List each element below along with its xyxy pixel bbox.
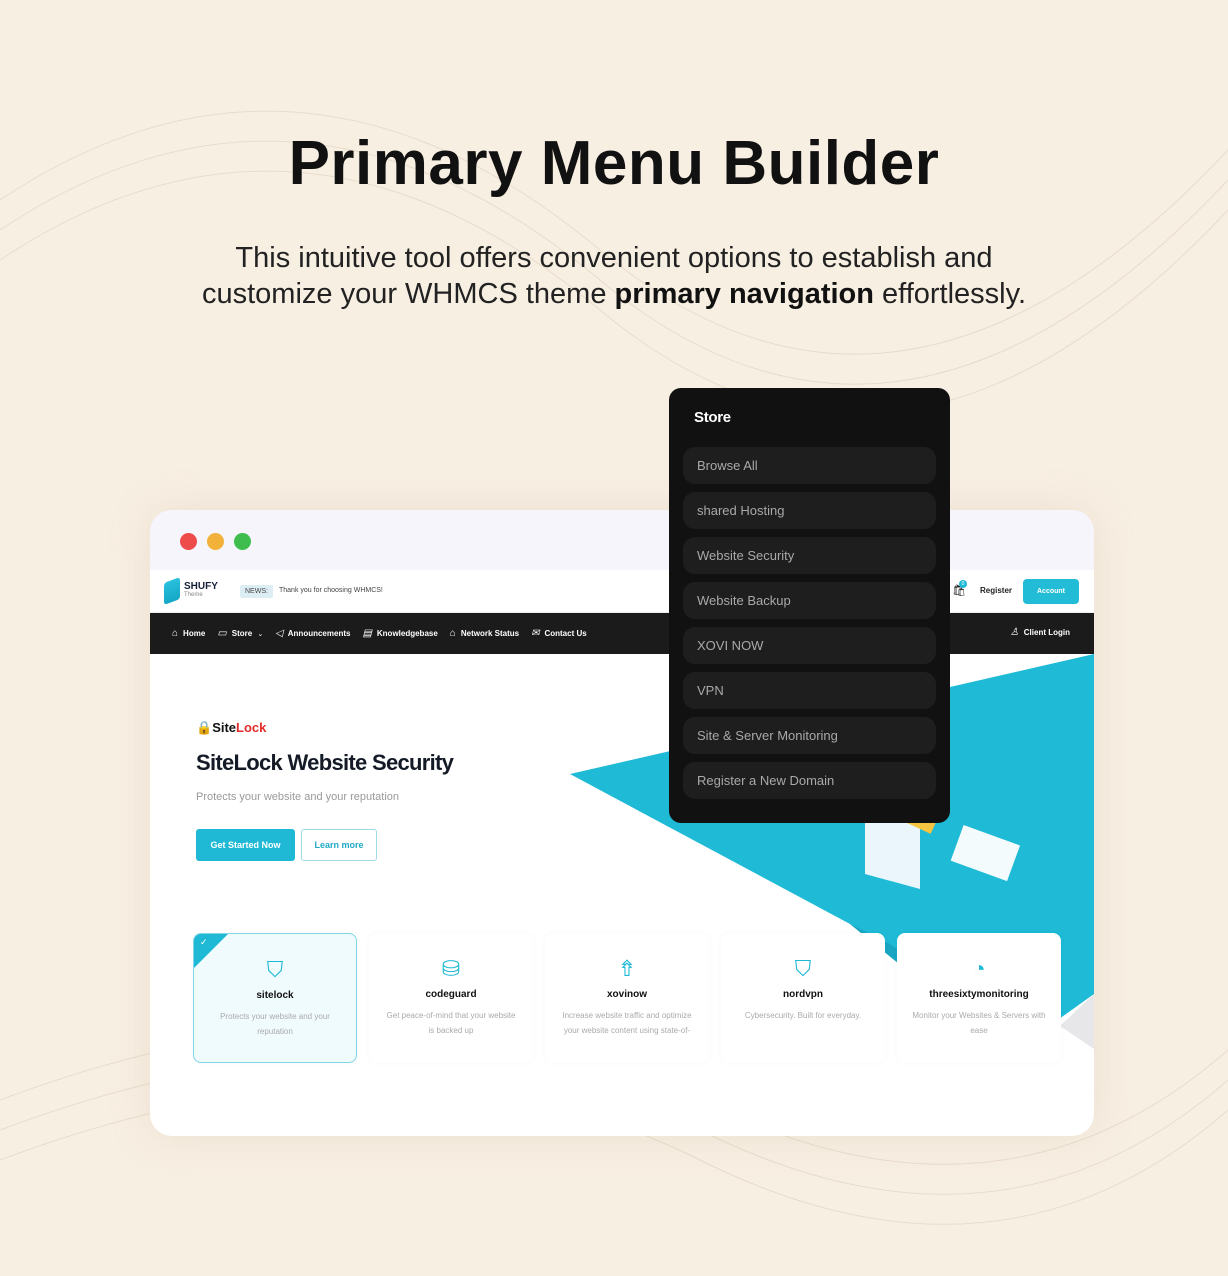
card-name: nordvpn bbox=[783, 989, 823, 1000]
menu-item-shared-hosting[interactable]: shared Hosting bbox=[683, 492, 936, 529]
check-icon: ✓ bbox=[200, 937, 208, 947]
menu-item-vpn[interactable]: VPN bbox=[683, 672, 936, 709]
product-card-codeguard[interactable]: ⛁ codeguard Get peace-of-mind that your we… bbox=[369, 933, 533, 1063]
maximize-dot[interactable] bbox=[234, 533, 251, 550]
cart-icon[interactable]: 🛍 0 bbox=[952, 580, 967, 597]
menu-item-website-security[interactable]: Website Security bbox=[683, 537, 936, 574]
hero-illustration bbox=[570, 654, 1094, 1054]
product-card-xovinow[interactable]: ⇮ xovinow Increase website traffic and opt… bbox=[545, 933, 709, 1063]
logo[interactable]: SHUFY Theme bbox=[164, 577, 218, 605]
product-card-nordvpn[interactable]: ⛉ nordvpn Cybersecurity. Built for everyda… bbox=[721, 933, 885, 1063]
product-card-sitelock[interactable]: ✓ ⛉ sitelock Protects your website and your… bbox=[193, 933, 357, 1063]
card-description: Cybersecurity. Built for everyday. bbox=[744, 1011, 862, 1020]
card-description: Increase website traffic and optimize yo… bbox=[562, 1011, 692, 1035]
nav-item-announcements[interactable]: ◁ Announcements bbox=[275, 628, 350, 639]
card-name: threesixtymonitoring bbox=[929, 989, 1029, 1000]
learn-more-button[interactable]: Learn more bbox=[301, 829, 377, 861]
news-text: Thank you for choosing WHMCS! bbox=[279, 587, 383, 594]
menu-item-browse-all[interactable]: Browse All bbox=[683, 447, 936, 484]
browser-window: SHUFY Theme NEWS: Thank you for choosing … bbox=[150, 510, 1094, 1136]
card-description: Get peace-of-mind that your website is b… bbox=[386, 1011, 516, 1035]
card-name: codeguard bbox=[425, 989, 477, 1000]
card-description: Monitor your Websites & Servers with eas… bbox=[912, 1011, 1046, 1035]
hero-title: SiteLock Website Security bbox=[196, 750, 454, 775]
nav-item-contact[interactable]: ✉ Contact Us bbox=[531, 628, 587, 639]
product-cards: ✓ ⛉ sitelock Protects your website and your… bbox=[193, 933, 1061, 1063]
home-icon: ⌂ bbox=[449, 628, 456, 639]
rocket-icon: ⇮ bbox=[617, 956, 637, 981]
sitelock-logo: 🔒SiteLock bbox=[196, 720, 267, 735]
store-icon: ▭ bbox=[217, 628, 227, 639]
menu-item-register-domain[interactable]: Register a New Domain bbox=[683, 762, 936, 799]
menu-item-site-server-monitoring[interactable]: Site & Server Monitoring bbox=[683, 717, 936, 754]
monitor-chart-icon: ◔ bbox=[972, 956, 986, 981]
card-name: xovinow bbox=[606, 989, 647, 1000]
logo-icon bbox=[164, 577, 180, 605]
nav-item-knowledgebase[interactable]: ▤ Knowledgebase bbox=[362, 628, 437, 639]
home-icon: ⌂ bbox=[172, 628, 179, 639]
megaphone-icon: ◁ bbox=[275, 628, 283, 639]
news-badge: NEWS: bbox=[240, 585, 273, 598]
page-title: Primary Menu Builder bbox=[288, 129, 940, 198]
account-button[interactable]: Account bbox=[1023, 579, 1079, 604]
cart-count: 0 bbox=[959, 580, 967, 588]
hero-description: Protects your website and your reputatio… bbox=[196, 791, 400, 803]
nav-item-store[interactable]: ▭ Store ⌄ bbox=[217, 628, 263, 639]
mail-icon: ✉ bbox=[531, 628, 540, 639]
chevron-down-icon: ⌄ bbox=[257, 630, 264, 638]
primary-nav: ⌂ Home ▭ Store ⌄ ◁ Announcements ▤ Knowledgeb… bbox=[150, 613, 1094, 654]
hero-section: 🔒SiteLock SiteLock Website Security Prot… bbox=[150, 654, 1094, 1136]
window-titlebar bbox=[150, 510, 1094, 570]
register-link[interactable]: Register bbox=[980, 586, 1012, 595]
card-name: sitelock bbox=[256, 990, 294, 1001]
nav-item-home[interactable]: ⌂ Home bbox=[172, 628, 205, 639]
product-card-threesixtymonitoring[interactable]: ◔ threesixtymonitoring Monitor your Websit… bbox=[897, 933, 1061, 1063]
client-login-link[interactable]: ♙ Client Login bbox=[1010, 627, 1070, 638]
site-header: SHUFY Theme NEWS: Thank you for choosing … bbox=[150, 570, 1094, 613]
page-subtitle: This intuitive tool offers convenient op… bbox=[201, 242, 1027, 310]
database-upload-icon: ⛁ bbox=[441, 956, 461, 981]
nav-item-network-status[interactable]: ⌂ Network Status bbox=[450, 628, 519, 639]
shield-wifi-icon: ⛉ bbox=[794, 956, 812, 981]
dropdown-title: Store bbox=[694, 409, 731, 426]
close-dot[interactable] bbox=[180, 533, 197, 550]
book-icon: ▤ bbox=[362, 628, 372, 639]
minimize-dot[interactable] bbox=[207, 533, 224, 550]
store-dropdown-menu: Store Browse All shared Hosting Website … bbox=[669, 388, 950, 823]
card-description: Protects your website and your reputatio… bbox=[220, 1012, 330, 1036]
get-started-button[interactable]: Get Started Now bbox=[196, 829, 295, 861]
user-icon: ♙ bbox=[1009, 627, 1019, 638]
menu-item-website-backup[interactable]: Website Backup bbox=[683, 582, 936, 619]
menu-item-xovi-now[interactable]: XOVI NOW bbox=[683, 627, 936, 664]
